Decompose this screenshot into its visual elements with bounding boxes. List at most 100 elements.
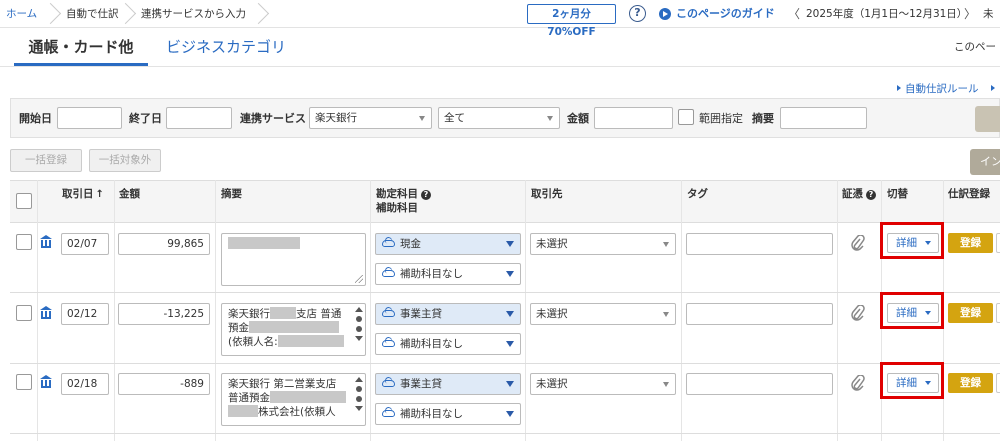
sort-up-icon: ↑ <box>95 189 104 200</box>
promo-badge[interactable]: 2ヶ月分70%OFF <box>527 4 616 38</box>
tab-bankbook-card[interactable]: 通帳・カード他 <box>14 28 148 66</box>
sub-account-value: 補助科目なし <box>400 338 463 350</box>
chevron-down-icon <box>925 381 931 385</box>
memo-textarea[interactable]: 楽天銀行 第二営業支店 普通預金 株式会社(依頼人 <box>221 373 366 426</box>
memo-filter-input[interactable] <box>780 107 867 129</box>
register-button[interactable]: 登録 <box>948 303 993 323</box>
end-date-label: 終了日 <box>129 112 162 125</box>
end-date-input[interactable] <box>166 107 232 129</box>
prev-year-chevron-icon[interactable]: 〈 <box>788 0 800 28</box>
memo-line: 楽天銀行 支店 普通 <box>228 307 359 321</box>
paperclip-icon[interactable] <box>851 234 865 253</box>
partner-value: 未選択 <box>536 308 568 320</box>
memo-textarea[interactable] <box>221 233 366 286</box>
triangle-right-icon <box>897 85 901 91</box>
chevron-down-icon <box>506 341 514 347</box>
amount-input[interactable]: 99,865 <box>118 233 210 255</box>
help-icon[interactable]: ? <box>866 190 876 200</box>
cloud-icon <box>382 270 395 277</box>
breadcrumb-auto[interactable]: 自動で仕訳 <box>66 0 119 28</box>
row-checkbox[interactable] <box>16 234 32 250</box>
memo-scrollbar[interactable] <box>355 307 363 345</box>
memo-text: 預金 <box>228 322 249 334</box>
exclude-button[interactable] <box>996 233 1000 253</box>
cloud-icon <box>382 310 395 317</box>
next-year-chevron-icon[interactable]: 〉 <box>964 0 976 28</box>
register-button[interactable]: 登録 <box>948 233 993 253</box>
row-checkbox[interactable] <box>16 374 32 390</box>
redacted-text <box>228 405 258 417</box>
page-guide-link[interactable]: このページのガイド <box>676 0 775 28</box>
service-label: 連携サービス <box>240 112 306 125</box>
date-input[interactable]: 02/12 <box>61 303 109 325</box>
detail-dropdown-button[interactable]: 詳細 <box>887 373 939 393</box>
date-header[interactable]: 取引日 ↑ <box>62 187 104 202</box>
cloud-icon <box>382 410 395 417</box>
amount-input[interactable] <box>594 107 673 129</box>
detail-dropdown-button[interactable]: 詳細 <box>887 233 939 253</box>
memo-text: 楽天銀行 <box>228 308 270 320</box>
unprocessed-label: 未 <box>983 8 994 20</box>
bulk-register-button[interactable]: 一括登録 <box>10 149 82 172</box>
account-select[interactable]: 事業主貸 <box>375 303 521 325</box>
register-button[interactable]: 登録 <box>948 373 993 393</box>
tab-business-category[interactable]: ビジネスカテゴリ <box>166 28 286 66</box>
search-button[interactable] <box>975 106 1000 132</box>
paperclip-icon[interactable] <box>851 374 865 393</box>
memo-scrollbar[interactable] <box>355 377 363 415</box>
chevron-down-icon <box>419 116 425 121</box>
breadcrumb-home[interactable]: ホーム <box>6 0 37 28</box>
tag-input[interactable] <box>686 303 833 325</box>
chevron-down-icon <box>506 381 514 387</box>
range-label: 範囲指定 <box>699 112 743 125</box>
paperclip-icon[interactable] <box>851 304 865 323</box>
sub-account-value: 補助科目なし <box>400 408 463 420</box>
bulk-exclude-button[interactable]: 一括対象外 <box>89 149 161 172</box>
chevron-down-icon <box>663 312 669 317</box>
service-select[interactable]: 楽天銀行 <box>309 107 432 129</box>
auto-journal-rule-link[interactable]: 自動仕訳ルール <box>897 81 979 96</box>
import-button[interactable]: イン <box>970 149 1000 175</box>
select-all-checkbox[interactable] <box>16 193 32 209</box>
sub-account-select[interactable]: 補助科目なし <box>375 263 521 285</box>
account-value: 現金 <box>400 238 421 250</box>
amount-input[interactable]: -13,225 <box>118 303 210 325</box>
memo-text: 普通預金 <box>228 392 270 404</box>
amount-input[interactable]: -889 <box>118 373 210 395</box>
exclude-button[interactable] <box>996 373 1000 393</box>
exclude-button[interactable] <box>996 303 1000 323</box>
date-input[interactable]: 02/18 <box>61 373 109 395</box>
partner-select[interactable]: 未選択 <box>530 303 676 325</box>
date-header-label: 取引日 <box>62 188 94 200</box>
partner-select[interactable]: 未選択 <box>530 233 676 255</box>
amount-label: 金額 <box>567 112 589 125</box>
account-select[interactable]: 現金 <box>375 233 521 255</box>
journal-header: 仕訳登録 <box>948 188 990 200</box>
play-icon[interactable] <box>659 8 671 20</box>
chevron-down-icon <box>925 311 931 315</box>
switch-header: 切替 <box>887 188 908 200</box>
help-icon[interactable]: ? <box>629 5 646 22</box>
account-select[interactable]: 事業主貸 <box>375 373 521 395</box>
start-date-input[interactable] <box>57 107 122 129</box>
sub-account-header-label: 補助科目 <box>376 202 418 214</box>
partner-select[interactable]: 未選択 <box>530 373 676 395</box>
row-checkbox[interactable] <box>16 305 32 321</box>
type-select[interactable]: 全て <box>438 107 560 129</box>
date-input[interactable]: 02/07 <box>61 233 109 255</box>
partner-header: 取引先 <box>531 188 563 200</box>
tag-input[interactable] <box>686 373 833 395</box>
memo-textarea[interactable]: 楽天銀行 支店 普通 預金 (依頼人名: <box>221 303 366 356</box>
tag-input[interactable] <box>686 233 833 255</box>
resize-handle[interactable] <box>355 275 363 283</box>
detail-label: 詳細 <box>896 307 917 319</box>
memo-line: 預金 <box>228 321 359 335</box>
range-checkbox[interactable] <box>678 109 694 125</box>
detail-label: 詳細 <box>896 237 917 249</box>
sub-account-select[interactable]: 補助科目なし <box>375 333 521 355</box>
sub-account-select[interactable]: 補助科目なし <box>375 403 521 425</box>
detail-dropdown-button[interactable]: 詳細 <box>887 303 939 323</box>
cloud-icon <box>382 340 395 347</box>
help-icon[interactable]: ? <box>421 190 431 200</box>
chevron-down-icon <box>506 241 514 247</box>
